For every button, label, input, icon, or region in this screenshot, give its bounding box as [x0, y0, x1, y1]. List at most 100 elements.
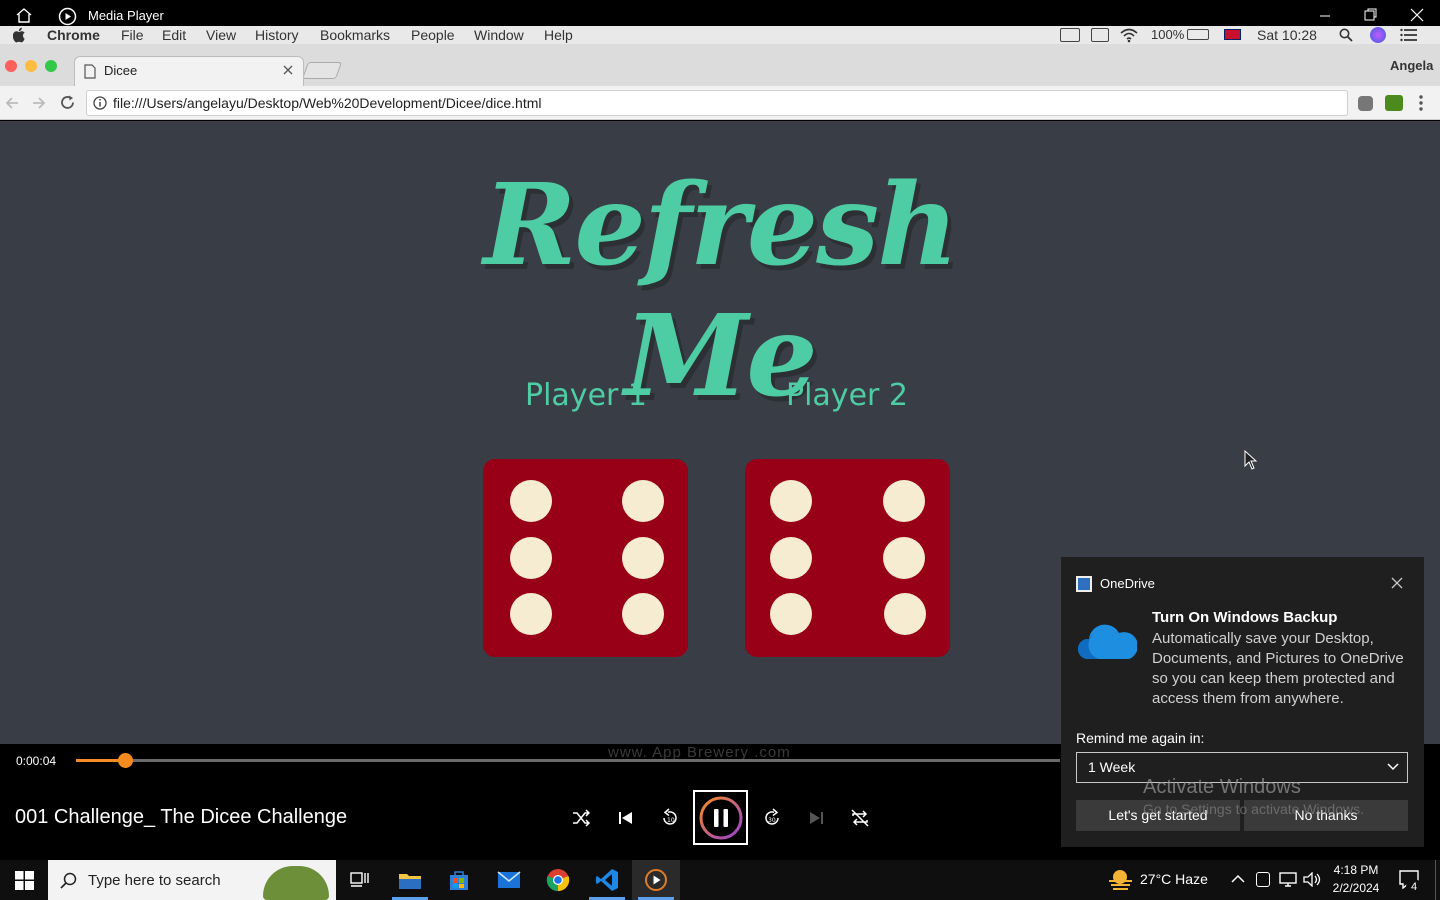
extension-icon[interactable]	[1358, 96, 1373, 111]
menu-file[interactable]: File	[121, 26, 144, 44]
chevron-up-icon[interactable]	[1231, 874, 1245, 884]
browser-tab-dicee[interactable]: Dicee	[74, 56, 304, 86]
menubar-clock[interactable]: Sat 10:28	[1257, 26, 1317, 44]
close-icon[interactable]	[1410, 8, 1424, 22]
store-icon	[450, 871, 468, 890]
media-player-titlebar: Media Player	[0, 0, 1440, 26]
shuffle-icon[interactable]	[571, 808, 591, 828]
vscode-icon	[596, 869, 618, 891]
window-minimize-dot[interactable]	[25, 60, 37, 72]
onedrive-notification: OneDrive Turn On Windows Backup Automati…	[1061, 557, 1424, 847]
window-maximize-dot[interactable]	[45, 60, 57, 72]
player-2-label: Player 2	[786, 378, 908, 413]
chevron-down-icon	[1387, 763, 1399, 771]
menu-help[interactable]: Help	[544, 26, 573, 44]
vscode-taskbar-button[interactable]	[583, 860, 631, 900]
volume-icon[interactable]	[1303, 872, 1321, 887]
die-pip	[883, 480, 925, 522]
search-icon	[60, 872, 77, 889]
taskbar-date[interactable]: 2/2/2024	[1329, 881, 1383, 895]
previous-track-icon[interactable]	[616, 808, 636, 828]
chrome-taskbar-button[interactable]	[534, 860, 582, 900]
media-player-icon	[645, 869, 667, 891]
spotlight-search-icon[interactable]	[1339, 28, 1353, 42]
siri-icon[interactable]	[1370, 27, 1386, 43]
reload-icon[interactable]	[59, 94, 76, 111]
onedrive-cloud-icon	[1077, 624, 1137, 659]
remind-label: Remind me again in:	[1076, 730, 1205, 746]
minimize-icon[interactable]	[1317, 2, 1333, 18]
file-explorer-button[interactable]	[386, 860, 434, 900]
menu-edit[interactable]: Edit	[162, 26, 186, 44]
chrome-menu-icon[interactable]	[1418, 94, 1424, 112]
notification-count-badge: 4	[1406, 879, 1422, 895]
wifi-icon[interactable]	[1120, 27, 1138, 43]
die-pip	[510, 537, 552, 579]
tab-close-icon[interactable]	[283, 65, 293, 75]
task-view-icon	[350, 872, 369, 887]
mail-button[interactable]	[485, 860, 533, 900]
die-pip	[622, 593, 664, 635]
current-time: 0:00:04	[16, 754, 57, 768]
track-title: 001 Challenge_ The Dicee Challenge	[15, 806, 348, 828]
menu-history[interactable]: History	[255, 26, 299, 44]
forward-arrow-icon[interactable]	[31, 95, 47, 111]
address-bar[interactable]: file:///Users/angelayu/Desktop/Web%20Dev…	[86, 90, 1348, 116]
player-1-label: Player 1	[525, 378, 647, 413]
taskbar-time[interactable]: 4:18 PM	[1333, 863, 1379, 877]
battery-icon[interactable]	[1187, 29, 1209, 40]
info-icon[interactable]	[93, 96, 107, 110]
weather-text[interactable]: 27°C Haze	[1140, 871, 1208, 887]
taskbar-search-box[interactable]: Type here to search	[48, 860, 336, 900]
notification-center-icon[interactable]	[1400, 28, 1418, 42]
back-arrow-icon[interactable]	[4, 95, 20, 111]
show-desktop-button[interactable]	[1435, 860, 1436, 900]
extension-2-icon[interactable]	[1385, 95, 1403, 111]
die-pip	[622, 537, 664, 579]
onedrive-small-icon	[1076, 576, 1092, 592]
media-player-taskbar-button[interactable]	[632, 860, 680, 900]
activate-windows-title: Activate Windows	[1143, 776, 1301, 798]
menu-bookmarks[interactable]: Bookmarks	[320, 26, 390, 44]
new-tab-button[interactable]	[301, 62, 343, 79]
play-pause-button[interactable]	[693, 790, 748, 845]
activate-windows-subtitle: Go to Settings to activate Windows.	[1143, 801, 1364, 817]
apple-icon[interactable]	[13, 27, 27, 43]
forward-30-icon[interactable]: 30	[762, 808, 782, 828]
screen-record-icon[interactable]	[1060, 28, 1080, 42]
mail-icon	[497, 871, 521, 888]
chrome-profile-name[interactable]: Angela	[1390, 58, 1433, 73]
next-track-icon[interactable]	[806, 808, 826, 828]
die-pip	[770, 537, 812, 579]
meet-now-icon[interactable]	[1256, 872, 1270, 887]
media-player-app-icon	[58, 7, 77, 26]
notification-body: Automatically save your Desktop, Documen…	[1152, 630, 1404, 707]
home-icon[interactable]	[15, 7, 33, 24]
remind-value: 1 Week	[1088, 759, 1136, 775]
menu-window[interactable]: Window	[474, 26, 524, 44]
die-pip	[510, 593, 552, 635]
display-icon[interactable]	[1091, 28, 1109, 42]
flag-icon[interactable]	[1224, 29, 1241, 40]
menu-view[interactable]: View	[206, 26, 236, 44]
notification-close-icon[interactable]	[1391, 577, 1403, 589]
search-highlight-image	[263, 866, 329, 900]
window-close-dot[interactable]	[5, 60, 17, 72]
page-icon	[84, 64, 96, 79]
menu-people[interactable]: People	[411, 26, 455, 44]
die-pip	[884, 593, 926, 635]
seek-track[interactable]	[76, 759, 1060, 762]
search-placeholder: Type here to search	[88, 872, 221, 889]
die-pip	[622, 480, 664, 522]
repeat-off-icon[interactable]	[849, 808, 871, 828]
die-pip	[883, 537, 925, 579]
network-icon[interactable]	[1279, 872, 1297, 887]
restore-icon[interactable]	[1364, 8, 1378, 22]
task-view-button[interactable]	[336, 860, 384, 900]
rewind-10-icon[interactable]: 10	[660, 808, 680, 828]
menu-app-name[interactable]: Chrome	[47, 26, 100, 44]
weather-haze-icon[interactable]	[1108, 868, 1133, 890]
microsoft-store-button[interactable]	[435, 860, 483, 900]
die-player-1	[483, 459, 688, 657]
windows-start-icon[interactable]	[15, 871, 34, 890]
